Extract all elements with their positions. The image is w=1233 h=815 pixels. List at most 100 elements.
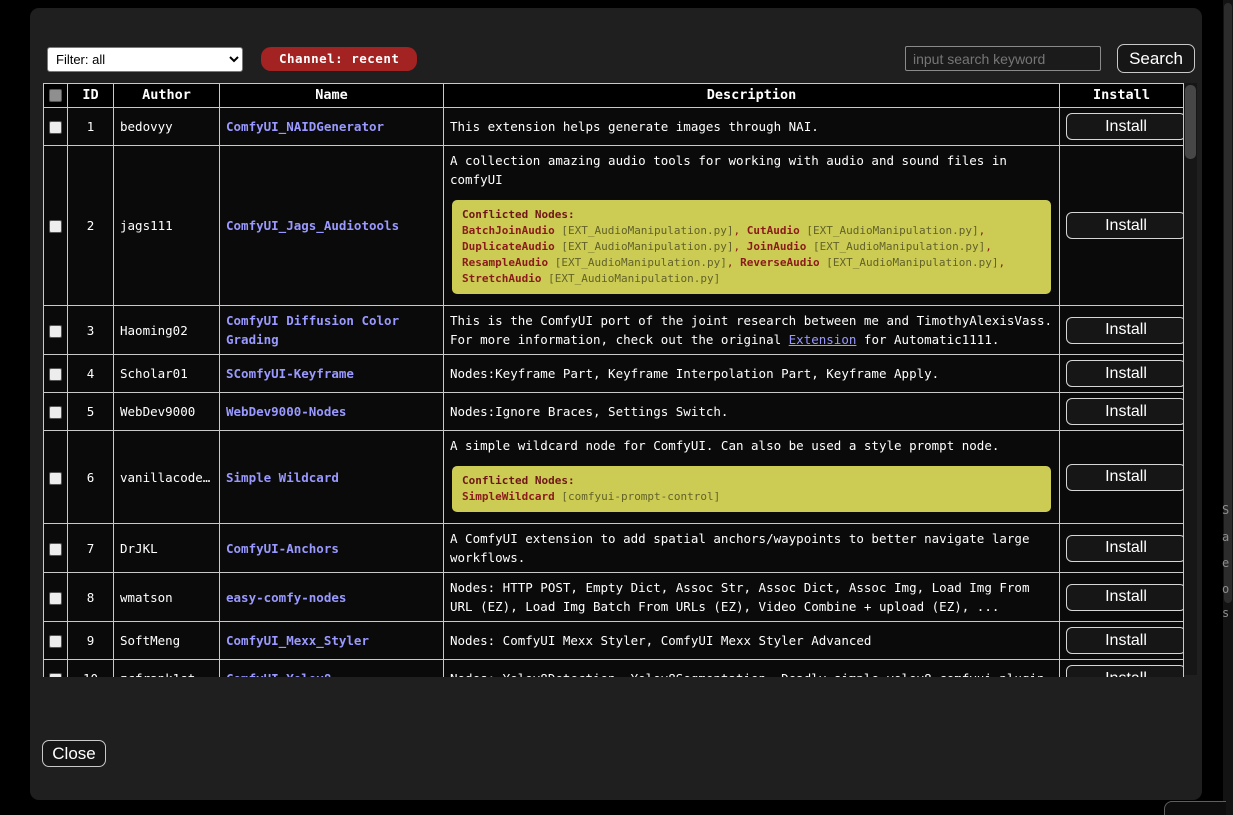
install-button[interactable]: Install xyxy=(1066,398,1184,425)
install-button[interactable]: Install xyxy=(1066,665,1184,677)
table-row: 6 vanillacode… Simple Wildcard A simple … xyxy=(44,431,1184,524)
header-id: ID xyxy=(68,84,114,108)
row-name-cell: ComfyUI_Mexx_Styler xyxy=(220,622,444,660)
row-name-cell: ComfyUI_Jags_Audiotools xyxy=(220,146,444,306)
row-description: A collection amazing audio tools for wor… xyxy=(450,151,1053,189)
search-input[interactable] xyxy=(905,46,1101,71)
row-description-cell: Nodes: ComfyUI Mexx Styler, ComfyUI Mexx… xyxy=(444,622,1060,660)
row-name-cell: ComfyUI_NAIDGenerator xyxy=(220,108,444,146)
node-name-link[interactable]: ComfyUI-Anchors xyxy=(226,541,339,556)
row-author: vanillacode… xyxy=(114,431,220,524)
node-name-link[interactable]: WebDev9000-Nodes xyxy=(226,404,346,419)
row-description-cell: Nodes: Yolov8Detection, Yolov8Segmentati… xyxy=(444,660,1060,678)
row-checkbox-cell xyxy=(44,146,68,306)
clipped-menu-text: e xyxy=(1222,556,1229,570)
row-author: jags111 xyxy=(114,146,220,306)
row-checkbox-cell xyxy=(44,622,68,660)
nodes-table-area: ID Author Name Description Install 1 bed… xyxy=(43,83,1197,677)
row-checkbox[interactable] xyxy=(49,673,62,677)
install-button[interactable]: Install xyxy=(1066,113,1184,140)
clipped-menu-text: o xyxy=(1222,582,1229,596)
row-checkbox-cell xyxy=(44,660,68,678)
header-author: Author xyxy=(114,84,220,108)
node-name-link[interactable]: Simple Wildcard xyxy=(226,470,339,485)
install-button[interactable]: Install xyxy=(1066,535,1184,562)
row-description: This extension helps generate images thr… xyxy=(450,117,1053,136)
row-name-cell: ComfyUI-Anchors xyxy=(220,524,444,573)
install-button[interactable]: Install xyxy=(1066,212,1184,239)
node-name-link[interactable]: ComfyUI_Mexx_Styler xyxy=(226,633,369,648)
row-author: SoftMeng xyxy=(114,622,220,660)
table-scrollbar-thumb[interactable] xyxy=(1185,85,1196,159)
row-checkbox[interactable] xyxy=(49,368,62,381)
node-name-link[interactable]: ComfyUI_Jags_Audiotools xyxy=(226,218,399,233)
row-checkbox[interactable] xyxy=(49,325,62,338)
row-description: A ComfyUI extension to add spatial ancho… xyxy=(450,529,1053,567)
clipped-menu-text: S xyxy=(1222,503,1229,517)
row-id: 5 xyxy=(68,393,114,431)
page-scrollbar[interactable] xyxy=(1223,0,1233,815)
row-checkbox[interactable] xyxy=(49,592,62,605)
row-id: 2 xyxy=(68,146,114,306)
row-description-cell: Nodes:Keyframe Part, Keyframe Interpolat… xyxy=(444,355,1060,393)
row-description-cell: A simple wildcard node for ComfyUI. Can … xyxy=(444,431,1060,524)
row-description: Nodes:Keyframe Part, Keyframe Interpolat… xyxy=(450,364,1053,383)
header-name: Name xyxy=(220,84,444,108)
header-description: Description xyxy=(444,84,1060,108)
close-button[interactable]: Close xyxy=(42,740,106,767)
table-row: 10 zcfrank1st ComfyUI Yolov8 Nodes: Yolo… xyxy=(44,660,1184,678)
row-id: 7 xyxy=(68,524,114,573)
row-install-cell: Install xyxy=(1060,431,1184,524)
node-name-link[interactable]: ComfyUI_NAIDGenerator xyxy=(226,119,384,134)
table-header-row: ID Author Name Description Install xyxy=(44,84,1184,108)
row-checkbox-cell xyxy=(44,108,68,146)
row-description-cell: A collection amazing audio tools for wor… xyxy=(444,146,1060,306)
row-checkbox[interactable] xyxy=(49,635,62,648)
row-checkbox[interactable] xyxy=(49,220,62,233)
row-author: DrJKL xyxy=(114,524,220,573)
row-checkbox[interactable] xyxy=(49,406,62,419)
select-all-checkbox[interactable] xyxy=(49,89,62,102)
row-description-cell: Nodes: HTTP POST, Empty Dict, Assoc Str,… xyxy=(444,573,1060,622)
row-checkbox-cell xyxy=(44,431,68,524)
row-description-cell: This extension helps generate images thr… xyxy=(444,108,1060,146)
row-install-cell: Install xyxy=(1060,573,1184,622)
row-name-cell: WebDev9000-Nodes xyxy=(220,393,444,431)
install-button[interactable]: Install xyxy=(1066,360,1184,387)
table-row: 4 Scholar01 SComfyUI-Keyframe Nodes:Keyf… xyxy=(44,355,1184,393)
clipped-menu-text: a xyxy=(1222,530,1229,544)
clipped-dialog-corner xyxy=(1164,801,1226,815)
row-checkbox-cell xyxy=(44,355,68,393)
install-button[interactable]: Install xyxy=(1066,584,1184,611)
node-name-link[interactable]: ComfyUI Diffusion Color Grading xyxy=(226,313,399,347)
row-checkbox[interactable] xyxy=(49,543,62,556)
row-description: Nodes: ComfyUI Mexx Styler, ComfyUI Mexx… xyxy=(450,631,1053,650)
row-install-cell: Install xyxy=(1060,108,1184,146)
row-author: Scholar01 xyxy=(114,355,220,393)
install-button[interactable]: Install xyxy=(1066,317,1184,344)
node-name-link[interactable]: easy-comfy-nodes xyxy=(226,590,346,605)
row-checkbox-cell xyxy=(44,524,68,573)
row-name-cell: ComfyUI Diffusion Color Grading xyxy=(220,306,444,355)
row-install-cell: Install xyxy=(1060,355,1184,393)
install-button[interactable]: Install xyxy=(1066,627,1184,654)
row-description: A simple wildcard node for ComfyUI. Can … xyxy=(450,436,1053,455)
install-button[interactable]: Install xyxy=(1066,464,1184,491)
nodes-table: ID Author Name Description Install 1 bed… xyxy=(43,83,1184,677)
row-description-cell: A ComfyUI extension to add spatial ancho… xyxy=(444,524,1060,573)
row-author: zcfrank1st xyxy=(114,660,220,678)
channel-badge: Channel: recent xyxy=(261,47,417,71)
description-link[interactable]: Extension xyxy=(789,332,857,347)
row-name-cell: ComfyUI Yolov8 xyxy=(220,660,444,678)
filter-select[interactable]: Filter: all xyxy=(47,47,243,72)
row-checkbox[interactable] xyxy=(49,472,62,485)
search-button[interactable]: Search xyxy=(1117,44,1195,73)
table-row: 8 wmatson easy-comfy-nodes Nodes: HTTP P… xyxy=(44,573,1184,622)
table-body: 1 bedovyy ComfyUI_NAIDGenerator This ext… xyxy=(44,108,1184,678)
row-id: 10 xyxy=(68,660,114,678)
node-name-link[interactable]: ComfyUI Yolov8 xyxy=(226,671,331,677)
table-scrollbar[interactable] xyxy=(1184,83,1197,675)
node-name-link[interactable]: SComfyUI-Keyframe xyxy=(226,366,354,381)
row-install-cell: Install xyxy=(1060,146,1184,306)
row-checkbox[interactable] xyxy=(49,121,62,134)
